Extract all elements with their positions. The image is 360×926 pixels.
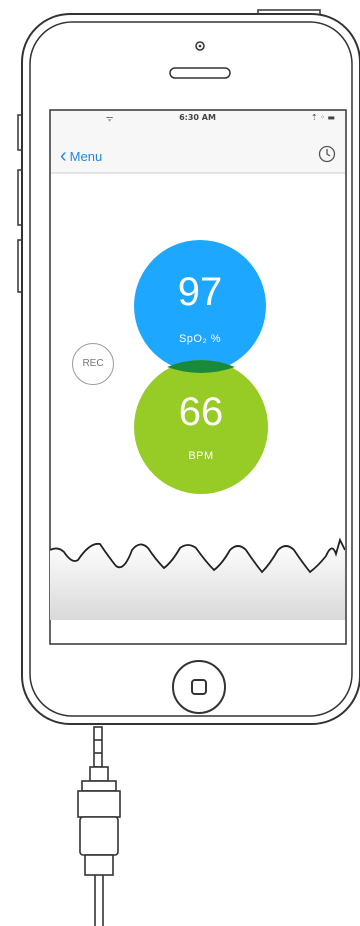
bpm-reading: 66 BPM: [134, 360, 268, 494]
history-icon[interactable]: [317, 144, 337, 164]
circle-overlap: [167, 360, 235, 373]
nav-bar: ‹ Menu: [50, 144, 345, 174]
battery-icon: ⇡ ◦ ▬: [310, 113, 335, 122]
status-time: 6:30 AM: [179, 113, 216, 122]
home-square-icon: [191, 679, 207, 695]
spo2-label: SpO₂ %: [178, 333, 222, 345]
record-button[interactable]: REC: [72, 343, 114, 385]
bpm-label: BPM: [188, 450, 214, 462]
home-button[interactable]: [172, 660, 226, 714]
chevron-left-icon: ‹: [60, 145, 67, 167]
bpm-value: 66: [178, 390, 224, 434]
status-bar: ᯤ 6:30 AM ⇡ ◦ ▬: [50, 113, 345, 127]
spo2-reading: 97 SpO₂ %: [134, 240, 266, 372]
device-illustration: ᯤ 6:30 AM ⇡ ◦ ▬ ‹ Menu REC 97 SpO₂ % 66 …: [0, 0, 360, 926]
back-button-label: Menu: [69, 148, 103, 164]
back-button[interactable]: ‹ Menu: [60, 145, 103, 167]
pleth-waveform: [50, 537, 345, 620]
spo2-value: 97: [177, 270, 223, 314]
